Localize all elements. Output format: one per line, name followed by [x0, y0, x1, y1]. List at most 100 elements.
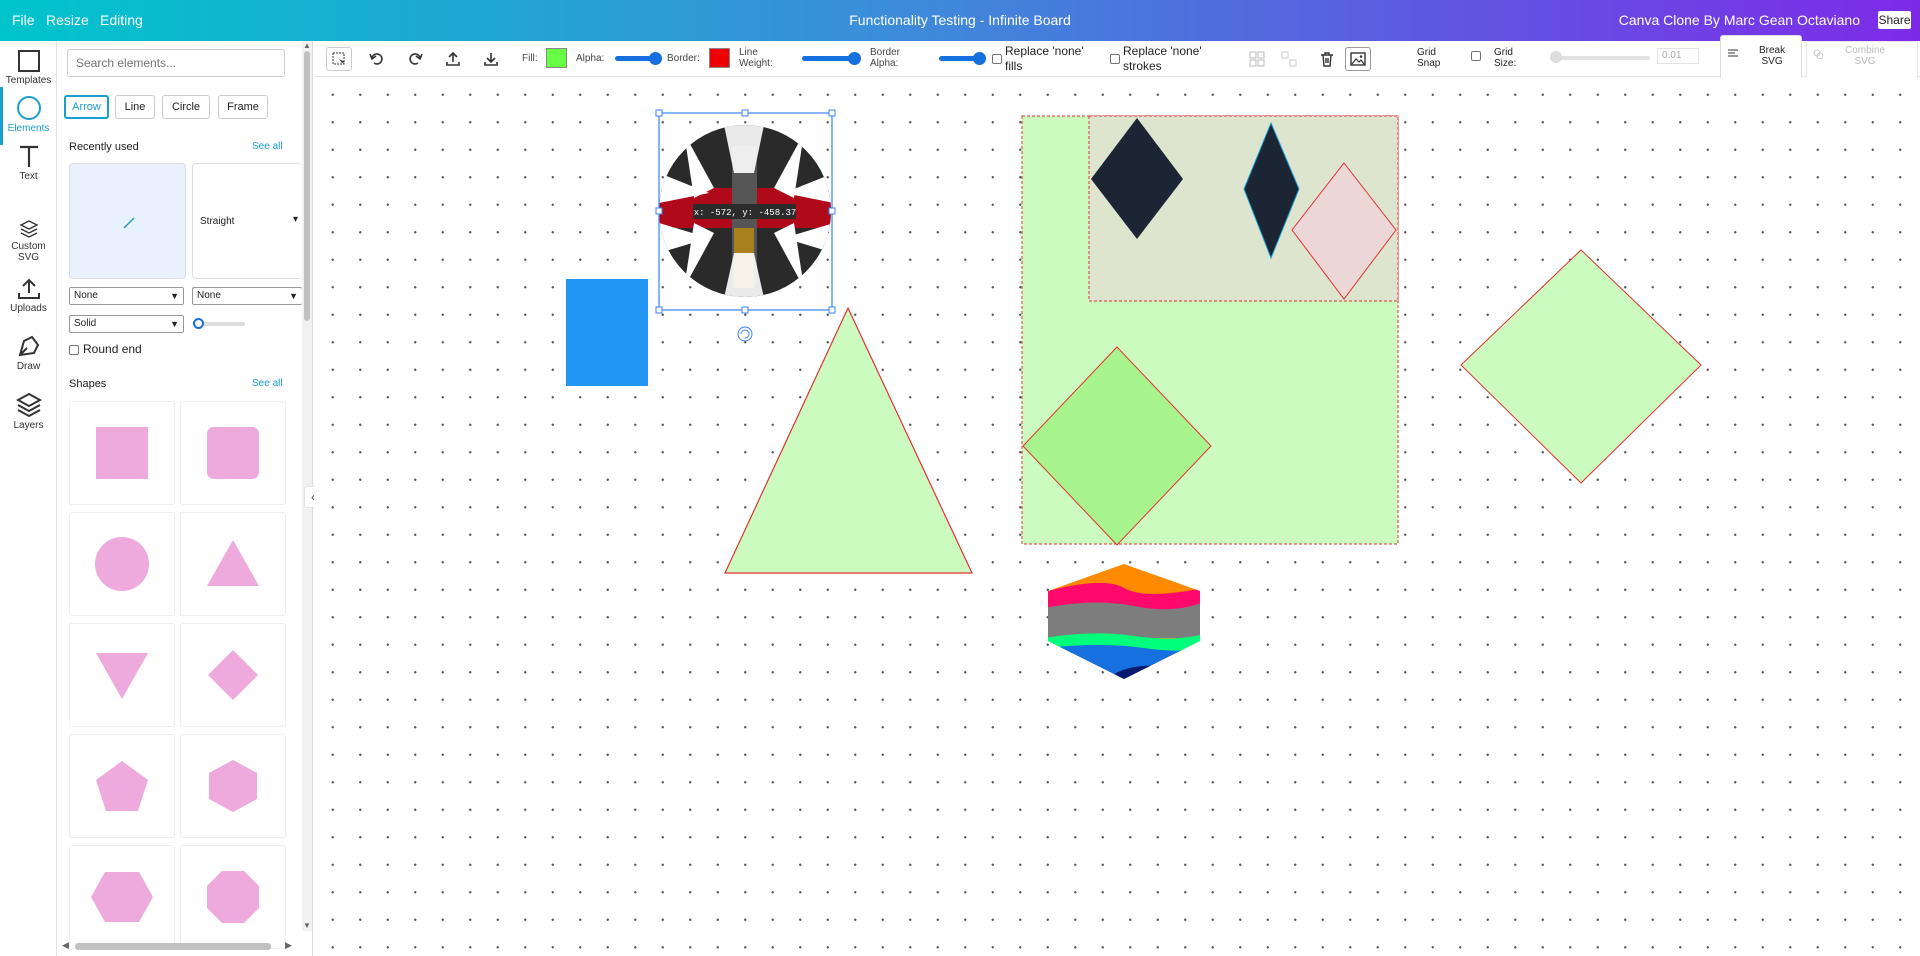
shape-pentagon[interactable]: [69, 734, 175, 838]
tab-circle[interactable]: Circle: [162, 95, 210, 119]
rail-item-layers[interactable]: Layers: [0, 392, 57, 431]
import-button[interactable]: [478, 47, 504, 71]
dash-style-select[interactable]: Solid ▼: [69, 315, 184, 333]
combine-svg-label-line1: Combine: [1845, 45, 1886, 56]
scroll-up-icon[interactable]: ▲: [303, 41, 311, 50]
replace-strokes-checkbox[interactable]: [1110, 54, 1120, 64]
end-cap-value: None: [197, 290, 221, 301]
grid-size-input[interactable]: 0.01: [1657, 48, 1699, 64]
tab-arrow[interactable]: Arrow: [64, 95, 109, 119]
text-icon: [19, 145, 38, 167]
rail-item-custom-svg[interactable]: Custom SVG: [0, 219, 57, 263]
rail-item-elements[interactable]: Elements: [0, 87, 57, 145]
grid-size-label-line1: Grid: [1494, 47, 1513, 58]
pen-icon: [18, 335, 39, 357]
panel-horizontal-scrollbar-thumb[interactable]: [75, 943, 271, 950]
ungroup-icon: [1281, 51, 1297, 67]
tab-line[interactable]: Line: [115, 95, 155, 119]
share-button[interactable]: Share: [1878, 11, 1911, 29]
delete-button[interactable]: [1314, 47, 1340, 71]
break-svg-label-line2: SVG: [1761, 56, 1783, 67]
blue-rectangle[interactable]: [566, 279, 648, 386]
grid-snap-label-line2: Snap: [1417, 58, 1441, 69]
triangle-icon: [207, 540, 259, 586]
fill-color-swatch[interactable]: [546, 48, 567, 68]
shape-circle[interactable]: [69, 512, 175, 616]
hexagon-icon: [209, 760, 257, 812]
stroke-width-slider-knob[interactable]: [193, 318, 204, 329]
grid-snap-label: Grid Snap: [1417, 47, 1440, 69]
shape-hexagon-flat[interactable]: [69, 845, 175, 949]
see-all-shapes-link[interactable]: See all: [252, 378, 283, 389]
replace-strokes-label-line1: Replace 'none': [1123, 44, 1202, 58]
green-triangle[interactable]: [724, 306, 973, 574]
elements-panel: Arrow Line Circle Frame Recently used Se…: [57, 41, 313, 956]
shape-inverted-triangle[interactable]: [69, 623, 175, 727]
ungroup-button[interactable]: [1276, 47, 1302, 71]
redo-icon: [409, 53, 423, 65]
select-tool-button[interactable]: [326, 47, 352, 71]
shapes-title: Shapes: [69, 378, 107, 390]
rotate-handle-icon[interactable]: [737, 326, 753, 342]
shape-hexagon[interactable]: [180, 734, 286, 838]
border-alpha-label-line1: Border: [870, 47, 901, 58]
flat-hexagon-icon: [91, 872, 153, 922]
upload-icon: [446, 51, 460, 66]
chevron-down-icon: ▾: [293, 214, 299, 225]
recent-item-straight[interactable]: Straight ▾: [192, 163, 302, 279]
rail-label: Text: [19, 171, 38, 182]
dash-style-value: Solid: [74, 318, 97, 329]
break-svg-label: Break SVG: [1759, 45, 1785, 67]
square-icon: [96, 427, 148, 479]
see-all-recent-link[interactable]: See all: [252, 141, 283, 152]
line-weight-label: Line Weight:: [739, 47, 773, 69]
group-button[interactable]: [1244, 47, 1270, 71]
border-color-swatch[interactable]: [709, 48, 730, 68]
shape-diamond[interactable]: [180, 623, 286, 727]
recent-item-line[interactable]: [69, 163, 186, 279]
scroll-down-icon[interactable]: ▼: [303, 921, 311, 930]
recently-used-title: Recently used: [69, 141, 139, 153]
start-cap-select[interactable]: None ▼: [69, 287, 184, 305]
fill-alpha-slider-knob[interactable]: [649, 52, 662, 65]
diamond-icon: [208, 650, 258, 700]
grid-size-slider-knob[interactable]: [1550, 51, 1562, 63]
rail-label: Templates: [5, 75, 52, 86]
infinite-board-canvas[interactable]: x: -572, y: -458.37: [314, 78, 1920, 956]
rail-item-draw[interactable]: Draw: [0, 335, 57, 372]
panel-scrollbar-thumb[interactable]: [304, 51, 310, 321]
end-cap-select[interactable]: None ▼: [192, 287, 302, 305]
replace-fills-checkbox[interactable]: [992, 54, 1002, 64]
rail-item-templates[interactable]: Templates: [0, 49, 57, 86]
border-alpha-slider-knob[interactable]: [973, 52, 986, 65]
green-diamond-right[interactable]: [1460, 249, 1702, 484]
shape-square[interactable]: [69, 401, 175, 505]
coordinate-readout: x: -572, y: -458.37: [694, 208, 797, 218]
tab-frame[interactable]: Frame: [218, 95, 268, 119]
scroll-left-icon[interactable]: ◀: [62, 940, 69, 951]
undo-button[interactable]: [364, 47, 390, 71]
layers-svg-icon: [18, 220, 39, 238]
shape-rounded-square[interactable]: [180, 401, 286, 505]
shape-octagon[interactable]: [180, 845, 286, 949]
pentagon-icon: [96, 761, 148, 811]
rounded-square-icon: [207, 427, 259, 479]
striped-hexagon[interactable]: [1044, 558, 1204, 683]
replace-strokes-label-line2: strokes: [1123, 59, 1162, 73]
export-button[interactable]: [440, 47, 466, 71]
line-weight-slider-knob[interactable]: [848, 52, 861, 65]
scroll-right-icon[interactable]: ▶: [285, 940, 292, 951]
image-button[interactable]: [1345, 47, 1371, 71]
fill-label: Fill:: [522, 53, 538, 64]
grid-snap-checkbox[interactable]: [1471, 51, 1481, 61]
replace-fills-label-line1: Replace 'none': [1005, 44, 1084, 58]
grid-snap-label-line1: Grid: [1417, 47, 1436, 58]
shape-triangle[interactable]: [180, 512, 286, 616]
search-input[interactable]: [67, 49, 285, 77]
grid-size-slider[interactable]: [1550, 56, 1650, 60]
rail-item-text[interactable]: Text: [0, 143, 57, 182]
replace-fills-label-line2: fills: [1005, 59, 1023, 73]
redo-button[interactable]: [402, 47, 428, 71]
round-end-checkbox[interactable]: [69, 345, 79, 355]
rail-item-uploads[interactable]: Uploads: [0, 277, 57, 314]
